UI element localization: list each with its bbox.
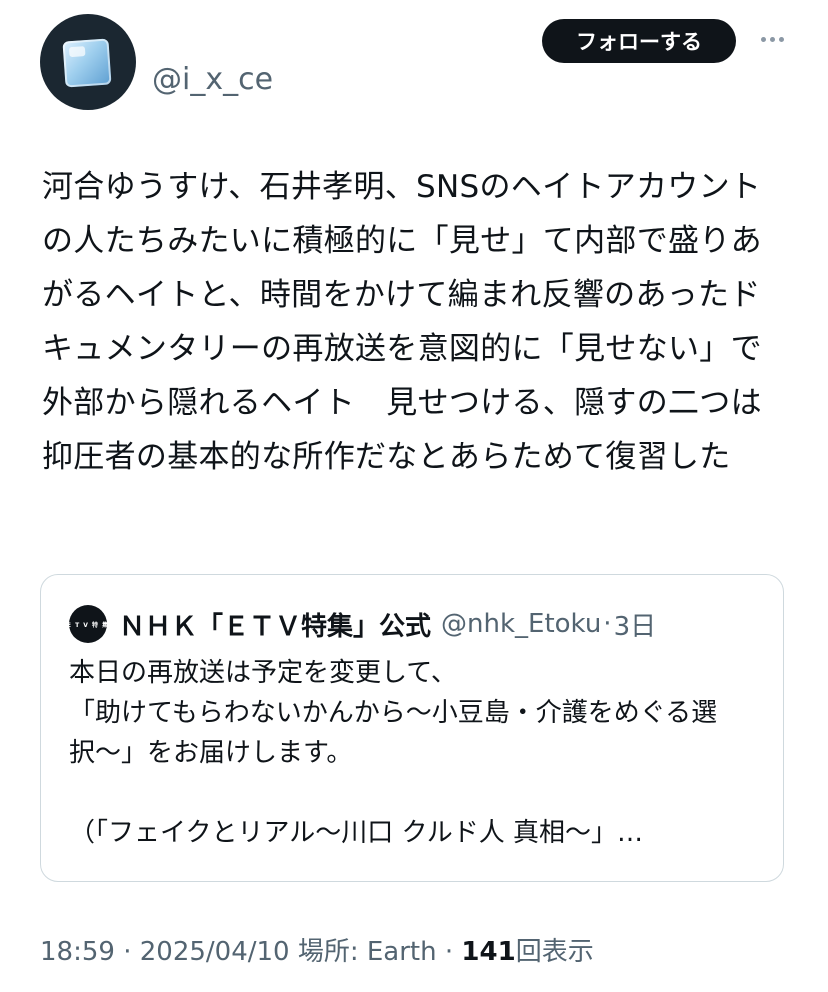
author-avatar[interactable] bbox=[40, 14, 136, 110]
ice-cube-icon bbox=[62, 38, 112, 88]
post-location: 場所: Earth bbox=[289, 937, 437, 967]
separator: · bbox=[603, 609, 612, 639]
views-count: 141 bbox=[461, 937, 516, 967]
follow-button[interactable]: フォローする bbox=[542, 19, 736, 63]
quoted-post[interactable]: E T V 特 集 ＮＨＫ「ＥＴＶ特集」公式 @nhk_Etoku · 3日 本… bbox=[40, 574, 784, 882]
quoted-author-name[interactable]: ＮＨＫ「ＥＴＶ特集」公式 bbox=[119, 606, 431, 643]
post-text: 河合ゆうすけ、石井孝明、SNSのヘイトアカウントの人たちみたいに積極的に「見せ」… bbox=[42, 169, 762, 475]
separator: · bbox=[436, 937, 462, 967]
author-handle[interactable]: @i_x_ce bbox=[152, 62, 273, 98]
quoted-post-time[interactable]: 3日 bbox=[614, 606, 657, 643]
quoted-author-avatar[interactable]: E T V 特 集 bbox=[67, 605, 108, 643]
quoted-author-handle[interactable]: @nhk_Etoku bbox=[441, 609, 601, 639]
more-icon[interactable] bbox=[752, 24, 792, 54]
views-label: 回表示 bbox=[515, 937, 594, 967]
quoted-post-text: 本日の再放送は予定を変更して、 「助けてもらわないかんから〜小豆島・介護をめぐる… bbox=[69, 658, 718, 848]
post-date[interactable]: 2025/04/10 bbox=[140, 937, 290, 967]
quoted-post-header: E T V 特 集 ＮＨＫ「ＥＴＶ特集」公式 @nhk_Etoku · 3日 bbox=[67, 605, 657, 643]
post-meta: 18:59 · 2025/04/10 場所: Earth · 141回表示 bbox=[40, 932, 594, 972]
post-time[interactable]: 18:59 bbox=[40, 937, 115, 967]
separator: · bbox=[114, 937, 140, 967]
